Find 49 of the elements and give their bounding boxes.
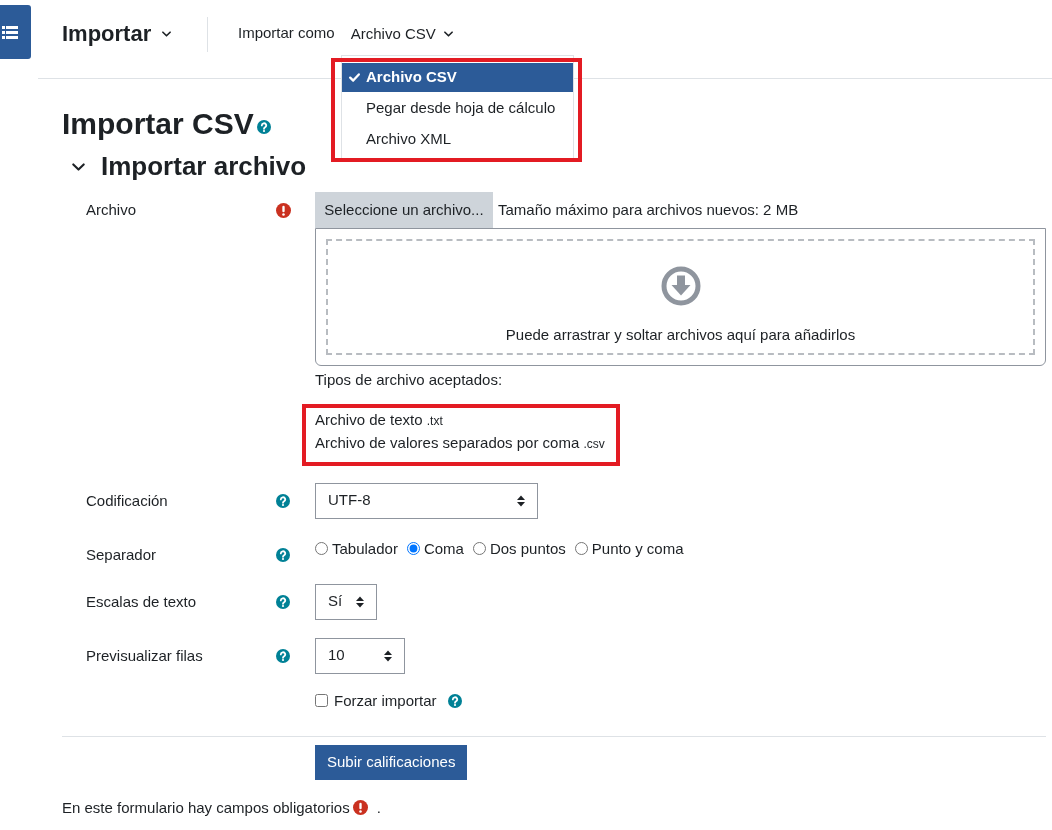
file-extension: .csv: [583, 436, 605, 451]
up-down-arrows-icon: [356, 595, 364, 608]
field-label: Previsualizar filas: [86, 646, 203, 664]
up-down-arrows-icon: [384, 649, 392, 662]
up-down-arrows-icon: [517, 494, 525, 507]
radio-button[interactable]: [574, 542, 588, 555]
section-toggle[interactable]: Importar archivo: [62, 151, 307, 182]
drop-zone[interactable]: Puede arrastrar y soltar archivos aquí para añadirlos: [326, 239, 1035, 355]
radio-label: Dos puntos: [489, 538, 566, 559]
chevron-down-icon: [162, 31, 172, 38]
check-icon: [349, 73, 360, 82]
radio-label: Tabulador: [332, 538, 398, 559]
field-label: Escalas de texto: [86, 592, 197, 610]
required-icon: [352, 800, 368, 815]
choose-file-button[interactable]: Seleccione un archivo...: [315, 192, 493, 228]
menu-item[interactable]: Archivo CSV: [342, 63, 573, 92]
submit-button[interactable]: Subir calificaciones: [315, 744, 468, 780]
field-label: Codificación: [86, 491, 168, 509]
file-type-name: Archivo de valores separados por coma: [315, 433, 580, 451]
chevron-down-icon: [443, 31, 453, 37]
file-extension: .txt: [426, 413, 443, 428]
format-dropdown[interactable]: Archivo CSV: [350, 24, 453, 44]
radio-label: Punto y coma: [591, 538, 684, 559]
page-dropdown[interactable]: Importar: [62, 21, 172, 48]
checkbox-label: Forzar importar: [334, 690, 437, 711]
drop-hint-text: Puede arrastrar y soltar archivos aquí para añadirlos: [505, 325, 856, 345]
max-size-text: Tamaño máximo para archivos nuevos: 2 MB: [498, 200, 799, 220]
download-circle-icon: [660, 266, 701, 306]
select-field[interactable]: 10: [315, 637, 405, 674]
field-label: Separador: [86, 545, 157, 563]
menu-item[interactable]: Pegar desde hoja de cálculo: [342, 94, 573, 123]
required-fields-note: En este formulario hay campos obligatorios: [62, 797, 350, 818]
period-text: .: [376, 797, 381, 818]
radio-button[interactable]: [406, 542, 420, 555]
drawer-toggle-button[interactable]: [0, 5, 31, 59]
menu-item[interactable]: Archivo XML: [342, 125, 573, 154]
field-label: Archivo: [86, 201, 137, 218]
page-title: Importar CSV: [62, 106, 254, 142]
file-type-name: Archivo de texto: [315, 410, 423, 428]
field-label: Importar como: [238, 23, 335, 43]
radio-button[interactable]: [315, 542, 328, 555]
radio-label: Coma: [423, 538, 464, 559]
chevron-down-icon: [72, 162, 85, 171]
radio-button[interactable]: [472, 542, 486, 555]
list-icon: [2, 25, 18, 39]
select-field[interactable]: Sí: [315, 583, 377, 620]
checkbox[interactable]: [315, 694, 328, 707]
accepted-types-label: Tipos de archivo aceptados:: [315, 370, 503, 390]
select-field[interactable]: UTF-8: [315, 482, 538, 519]
